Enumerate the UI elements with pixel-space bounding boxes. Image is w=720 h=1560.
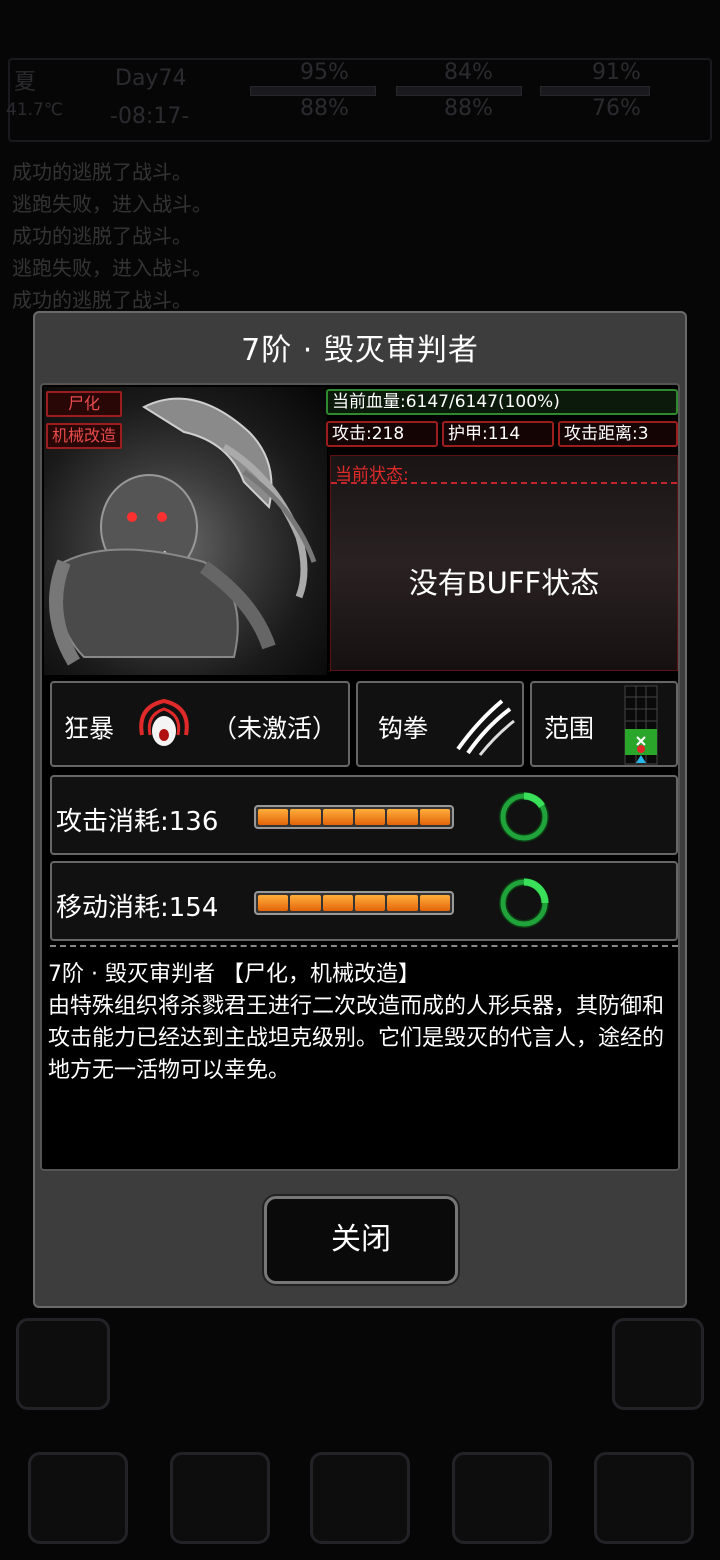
- log-line: 成功的逃脱了战斗。: [12, 160, 192, 184]
- dialog-title: 7阶 · 毁灭审判者: [241, 333, 479, 368]
- stat-1: 95%: [300, 60, 349, 85]
- time-label: -08:17-: [110, 104, 190, 129]
- stat-4: 88%: [300, 96, 349, 121]
- stat-2: 84%: [444, 60, 493, 85]
- move-cost-ring-icon: [499, 878, 549, 928]
- attack-stat: 攻击:218: [326, 421, 438, 447]
- description-divider: [50, 945, 678, 947]
- stat-3: 91%: [592, 60, 641, 85]
- status-divider: [331, 482, 677, 484]
- attack-cost-ring-icon: [499, 792, 549, 842]
- stat-bar: [250, 86, 376, 96]
- skills-button[interactable]: [170, 1452, 270, 1544]
- move-button[interactable]: [612, 1318, 704, 1410]
- berserk-icon: [139, 698, 189, 746]
- move-cost-bar: [254, 891, 454, 915]
- armor-stat: 护甲:114: [442, 421, 554, 447]
- skill-area[interactable]: 范围: [530, 681, 678, 767]
- skill-hook-label: 钩拳: [378, 714, 429, 743]
- skill-berserk[interactable]: 狂暴 （未激活）: [50, 681, 350, 767]
- log-line: 逃跑失败，进入战斗。: [12, 256, 212, 280]
- skill-area-label: 范围: [544, 714, 595, 743]
- dialog-content: 尸化 机械改造 当前血量:6147/6147(100%) 攻击:218 护甲:1…: [40, 383, 680, 1171]
- range-grid-icon: [624, 685, 658, 765]
- log-line: 成功的逃脱了战斗。: [12, 224, 192, 248]
- monster-description: 7阶 · 毁灭审判者 【尸化，机械改造】 由特殊组织将杀戮君王进行二次改造而成的…: [48, 959, 680, 1087]
- attack-cost-label: 攻击消耗:136: [56, 807, 219, 837]
- skill-berserk-label: 狂暴: [64, 714, 115, 743]
- hp-readout: 当前血量:6147/6147(100%): [326, 389, 678, 415]
- action-button[interactable]: [16, 1318, 110, 1410]
- temperature-label: 41.7℃: [6, 100, 63, 120]
- stat-6: 76%: [592, 96, 641, 121]
- description-header: 7阶 · 毁灭审判者 【尸化，机械改造】: [48, 962, 420, 987]
- stat-bar: [396, 86, 522, 96]
- range-stat: 攻击距离:3: [558, 421, 678, 447]
- notes-button[interactable]: [310, 1452, 410, 1544]
- monster-info-dialog: 7阶 · 毁灭审判者 尸化 机械改造 当前血量:6147/6147(100%) …: [33, 311, 687, 1308]
- season-label: 夏: [14, 70, 37, 95]
- close-button[interactable]: 关闭: [264, 1196, 458, 1284]
- attack-cost-bar: [254, 805, 454, 829]
- attack-cost-row: 攻击消耗:136: [50, 775, 678, 855]
- description-body: 由特殊组织将杀戮君王进行二次改造而成的人形兵器，其防御和攻击能力已经达到主战坦克…: [48, 994, 665, 1083]
- claw-icon: [456, 699, 515, 756]
- stat-5: 88%: [444, 96, 493, 121]
- stat-bar: [540, 86, 650, 96]
- backpack-button[interactable]: [28, 1452, 128, 1544]
- move-cost-label: 移动消耗:154: [56, 893, 219, 923]
- tag-mechanical: 机械改造: [46, 423, 122, 449]
- shop-button[interactable]: [452, 1452, 552, 1544]
- skill-hook[interactable]: 钩拳: [356, 681, 524, 767]
- log-line: 逃跑失败，进入战斗。: [12, 192, 212, 216]
- day-label: Day74: [115, 66, 187, 91]
- tag-zombified: 尸化: [46, 391, 122, 417]
- menu-button[interactable]: [594, 1452, 694, 1544]
- skill-berserk-status: （未激活）: [212, 714, 338, 743]
- no-buff-text: 没有BUFF状态: [408, 566, 600, 600]
- status-panel: 当前状态: 没有BUFF状态: [330, 455, 678, 671]
- log-line: 成功的逃脱了战斗。: [12, 288, 192, 312]
- move-cost-row: 移动消耗:154: [50, 861, 678, 941]
